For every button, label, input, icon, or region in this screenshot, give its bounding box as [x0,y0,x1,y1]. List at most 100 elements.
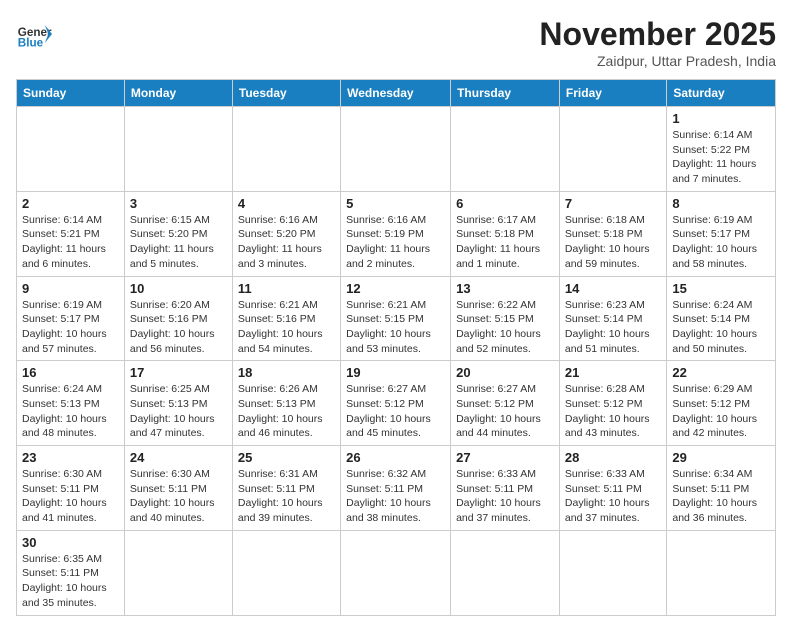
day-info: Sunrise: 6:15 AM Sunset: 5:20 PM Dayligh… [130,213,227,272]
day-number: 22 [672,365,770,380]
day-number: 29 [672,450,770,465]
day-info: Sunrise: 6:27 AM Sunset: 5:12 PM Dayligh… [346,382,445,441]
day-info: Sunrise: 6:22 AM Sunset: 5:15 PM Dayligh… [456,298,554,357]
day-info: Sunrise: 6:16 AM Sunset: 5:20 PM Dayligh… [238,213,335,272]
week-row-4: 23Sunrise: 6:30 AM Sunset: 5:11 PM Dayli… [17,446,776,531]
day-cell: 14 Sunrise: 6:23 AM Sunset: 5:14 PM Dayli… [559,276,666,361]
day-cell: 3 Sunrise: 6:15 AM Sunset: 5:20 PM Daylig… [124,191,232,276]
day-number: 12 [346,281,445,296]
day-cell: 28 Sunrise: 6:33 AM Sunset: 5:11 PM Dayli… [559,446,666,531]
day-number: 27 [456,450,554,465]
day-info: Sunrise: 6:28 AM Sunset: 5:12 PM Dayligh… [565,382,661,441]
day-number: 8 [672,196,770,211]
day-number: 30 [22,535,119,550]
day-cell: 11 Sunrise: 6:21 AM Sunset: 5:16 PM Dayli… [232,276,340,361]
day-cell: 16 Sunrise: 6:24 AM Sunset: 5:13 PM Dayli… [17,361,125,446]
title-block: November 2025 Zaidpur, Uttar Pradesh, In… [539,16,776,69]
month-title: November 2025 [539,16,776,53]
weekday-monday: Monday [124,80,232,107]
day-cell: 8 Sunrise: 6:19 AM Sunset: 5:17 PM Daylig… [667,191,776,276]
day-cell: 15 Sunrise: 6:24 AM Sunset: 5:14 PM Dayli… [667,276,776,361]
day-info: Sunrise: 6:30 AM Sunset: 5:11 PM Dayligh… [22,467,119,526]
day-cell: 21 Sunrise: 6:28 AM Sunset: 5:12 PM Dayli… [559,361,666,446]
day-info: Sunrise: 6:31 AM Sunset: 5:11 PM Dayligh… [238,467,335,526]
day-number: 25 [238,450,335,465]
day-cell [17,107,125,192]
weekday-saturday: Saturday [667,80,776,107]
day-info: Sunrise: 6:20 AM Sunset: 5:16 PM Dayligh… [130,298,227,357]
day-info: Sunrise: 6:21 AM Sunset: 5:16 PM Dayligh… [238,298,335,357]
day-number: 3 [130,196,227,211]
day-info: Sunrise: 6:34 AM Sunset: 5:11 PM Dayligh… [672,467,770,526]
day-number: 11 [238,281,335,296]
day-cell: 27 Sunrise: 6:33 AM Sunset: 5:11 PM Dayli… [451,446,560,531]
day-number: 7 [565,196,661,211]
day-info: Sunrise: 6:25 AM Sunset: 5:13 PM Dayligh… [130,382,227,441]
week-row-1: 2 Sunrise: 6:14 AM Sunset: 5:21 PM Daylig… [17,191,776,276]
day-cell [232,107,340,192]
day-cell [451,107,560,192]
day-cell [341,530,451,615]
day-cell: 26Sunrise: 6:32 AM Sunset: 5:11 PM Dayli… [341,446,451,531]
logo: General Blue [16,16,52,52]
day-info: Sunrise: 6:23 AM Sunset: 5:14 PM Dayligh… [565,298,661,357]
day-info: Sunrise: 6:19 AM Sunset: 5:17 PM Dayligh… [672,213,770,272]
day-cell [341,107,451,192]
location-subtitle: Zaidpur, Uttar Pradesh, India [539,53,776,69]
weekday-header-row: SundayMondayTuesdayWednesdayThursdayFrid… [17,80,776,107]
day-cell: 9 Sunrise: 6:19 AM Sunset: 5:17 PM Daylig… [17,276,125,361]
week-row-0: 1Sunrise: 6:14 AM Sunset: 5:22 PM Daylig… [17,107,776,192]
day-info: Sunrise: 6:29 AM Sunset: 5:12 PM Dayligh… [672,382,770,441]
day-cell [667,530,776,615]
day-info: Sunrise: 6:18 AM Sunset: 5:18 PM Dayligh… [565,213,661,272]
day-number: 28 [565,450,661,465]
day-info: Sunrise: 6:19 AM Sunset: 5:17 PM Dayligh… [22,298,119,357]
day-info: Sunrise: 6:33 AM Sunset: 5:11 PM Dayligh… [565,467,661,526]
day-cell [124,107,232,192]
day-info: Sunrise: 6:14 AM Sunset: 5:21 PM Dayligh… [22,213,119,272]
day-cell [559,107,666,192]
day-number: 15 [672,281,770,296]
header: General Blue November 2025 Zaidpur, Utta… [16,16,776,69]
svg-text:Blue: Blue [18,37,44,50]
day-number: 5 [346,196,445,211]
day-number: 21 [565,365,661,380]
day-cell: 29 Sunrise: 6:34 AM Sunset: 5:11 PM Dayli… [667,446,776,531]
day-info: Sunrise: 6:16 AM Sunset: 5:19 PM Dayligh… [346,213,445,272]
day-cell: 25 Sunrise: 6:31 AM Sunset: 5:11 PM Dayli… [232,446,340,531]
weekday-friday: Friday [559,80,666,107]
day-cell: 18Sunrise: 6:26 AM Sunset: 5:13 PM Dayli… [232,361,340,446]
day-number: 10 [130,281,227,296]
day-info: Sunrise: 6:24 AM Sunset: 5:13 PM Dayligh… [22,382,119,441]
day-cell: 12 Sunrise: 6:21 AM Sunset: 5:15 PM Dayli… [341,276,451,361]
weekday-thursday: Thursday [451,80,560,107]
day-cell: 24Sunrise: 6:30 AM Sunset: 5:11 PM Dayli… [124,446,232,531]
day-cell [232,530,340,615]
day-cell: 23Sunrise: 6:30 AM Sunset: 5:11 PM Dayli… [17,446,125,531]
weekday-tuesday: Tuesday [232,80,340,107]
day-number: 16 [22,365,119,380]
day-number: 26 [346,450,445,465]
day-number: 20 [456,365,554,380]
day-cell: 20Sunrise: 6:27 AM Sunset: 5:12 PM Dayli… [451,361,560,446]
day-info: Sunrise: 6:24 AM Sunset: 5:14 PM Dayligh… [672,298,770,357]
day-info: Sunrise: 6:35 AM Sunset: 5:11 PM Dayligh… [22,552,119,611]
day-info: Sunrise: 6:33 AM Sunset: 5:11 PM Dayligh… [456,467,554,526]
day-info: Sunrise: 6:21 AM Sunset: 5:15 PM Dayligh… [346,298,445,357]
day-number: 13 [456,281,554,296]
day-number: 6 [456,196,554,211]
day-number: 9 [22,281,119,296]
day-info: Sunrise: 6:14 AM Sunset: 5:22 PM Dayligh… [672,128,770,187]
day-cell: 7 Sunrise: 6:18 AM Sunset: 5:18 PM Daylig… [559,191,666,276]
day-cell: 10 Sunrise: 6:20 AM Sunset: 5:16 PM Dayli… [124,276,232,361]
day-number: 2 [22,196,119,211]
day-info: Sunrise: 6:17 AM Sunset: 5:18 PM Dayligh… [456,213,554,272]
day-cell: 6 Sunrise: 6:17 AM Sunset: 5:18 PM Daylig… [451,191,560,276]
day-number: 19 [346,365,445,380]
day-number: 14 [565,281,661,296]
day-cell: 17Sunrise: 6:25 AM Sunset: 5:13 PM Dayli… [124,361,232,446]
day-cell: 30 Sunrise: 6:35 AM Sunset: 5:11 PM Dayli… [17,530,125,615]
week-row-3: 16 Sunrise: 6:24 AM Sunset: 5:13 PM Dayli… [17,361,776,446]
day-cell: 13 Sunrise: 6:22 AM Sunset: 5:15 PM Dayli… [451,276,560,361]
day-cell [124,530,232,615]
